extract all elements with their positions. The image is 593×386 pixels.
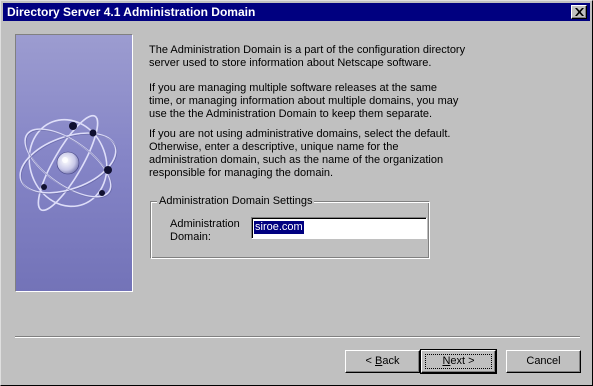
intro-line: If you are not using administrative doma… bbox=[149, 128, 451, 140]
domain-input[interactable]: siroe.com bbox=[251, 217, 427, 239]
next-button-label: Next > bbox=[442, 355, 474, 367]
intro-line: time, or managing information about mult… bbox=[149, 95, 459, 107]
settings-group: Administration Domain Settings Administr… bbox=[150, 194, 430, 259]
intro-paragraph-1: The Administration Domain is a part of t… bbox=[149, 44, 479, 70]
wizard-side-image bbox=[15, 34, 133, 292]
window-title: Directory Server 4.1 Administration Doma… bbox=[7, 5, 256, 19]
intro-line: administration domain, such as the name … bbox=[149, 154, 444, 166]
intro-line: Otherwise, enter a descriptive, unique n… bbox=[149, 141, 399, 153]
intro-line: The Administration Domain is a part of t… bbox=[149, 44, 466, 56]
back-prefix: < bbox=[365, 355, 375, 367]
domain-input-value: siroe.com bbox=[254, 221, 304, 234]
back-button-label: < Back bbox=[366, 355, 400, 367]
intro-paragraph-3: If you are not using administrative doma… bbox=[149, 128, 479, 180]
domain-label-line1: Administration bbox=[170, 218, 240, 230]
intro-line: If you are managing multiple software re… bbox=[149, 82, 437, 94]
intro-paragraph-2: If you are managing multiple software re… bbox=[149, 82, 479, 121]
back-rest: ack bbox=[382, 355, 400, 367]
cancel-button[interactable]: Cancel bbox=[506, 350, 581, 373]
back-button[interactable]: < Back bbox=[345, 350, 420, 373]
intro-line: server used to store information about N… bbox=[149, 57, 432, 69]
domain-label-line2: Domain: bbox=[170, 231, 211, 243]
close-button[interactable] bbox=[571, 5, 587, 19]
domain-field-label: Administration Domain: bbox=[170, 218, 240, 244]
cancel-button-label: Cancel bbox=[526, 355, 561, 367]
next-button[interactable]: Next > bbox=[420, 349, 497, 374]
group-title: Administration Domain Settings bbox=[157, 194, 315, 208]
orbit-logo-icon bbox=[16, 35, 132, 291]
title-bar[interactable]: Directory Server 4.1 Administration Doma… bbox=[3, 3, 590, 21]
next-rest: ext > bbox=[450, 355, 475, 367]
intro-line: responsible for managing the domain. bbox=[149, 167, 334, 179]
close-icon bbox=[575, 8, 584, 16]
separator bbox=[15, 336, 580, 338]
wizard-dialog: Directory Server 4.1 Administration Doma… bbox=[0, 0, 593, 386]
intro-line: use the the Administration Domain to kee… bbox=[149, 108, 433, 120]
